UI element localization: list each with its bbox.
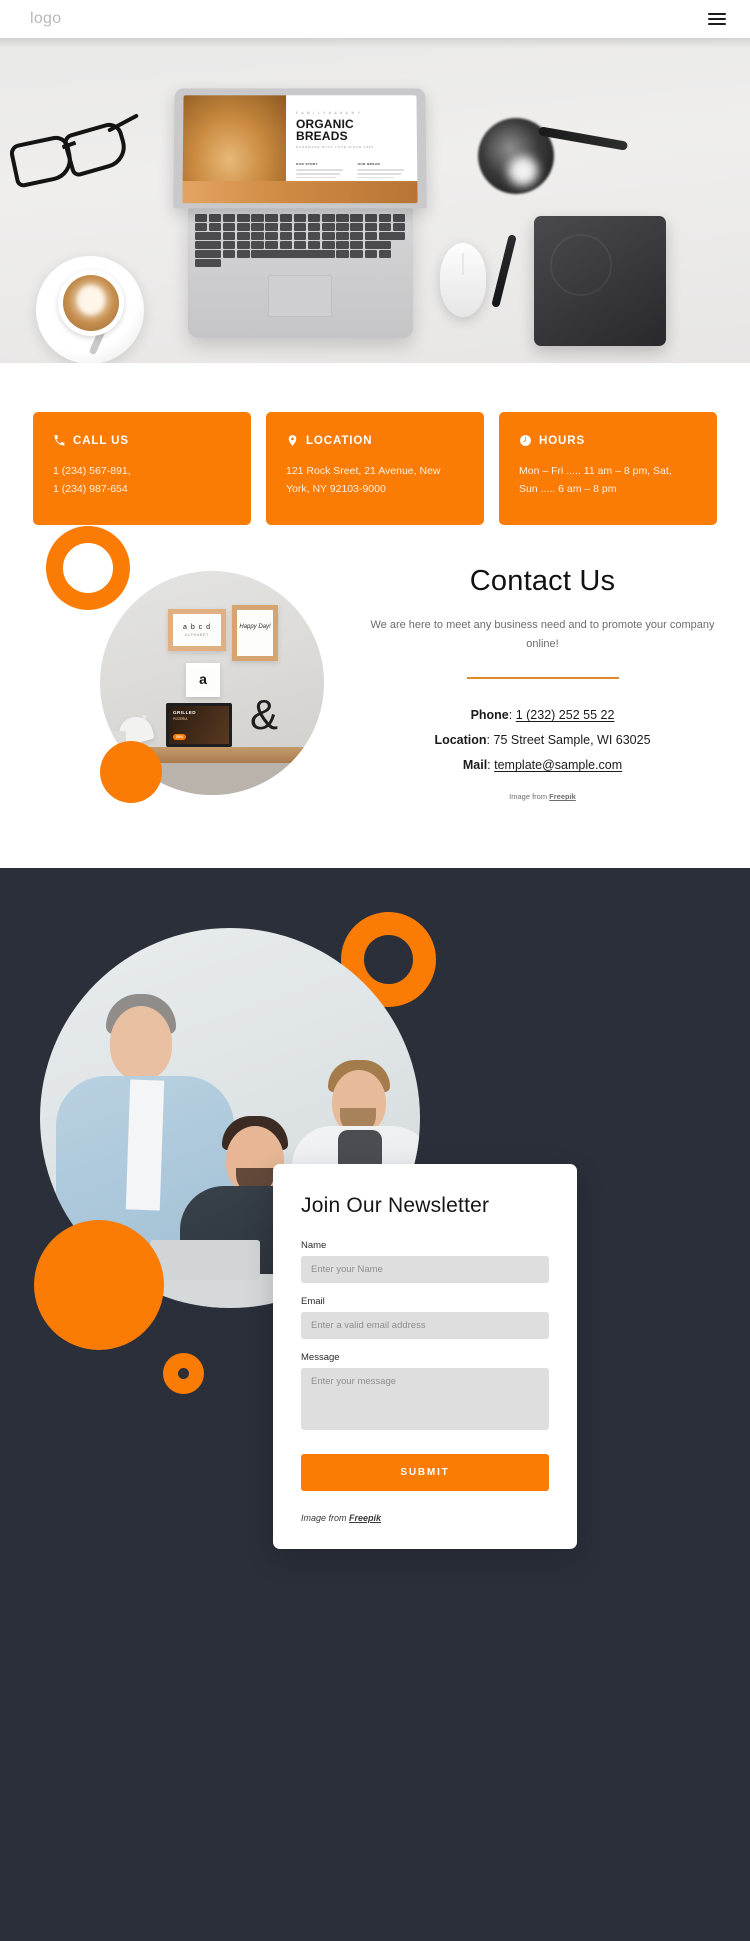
info-card-title: LOCATION [306, 434, 373, 447]
mail-label: Mail [462, 758, 488, 773]
info-card-line: York, NY 92103-9000 [286, 483, 386, 496]
submit-button[interactable]: SUBMIT [301, 1454, 549, 1491]
clock-icon [519, 434, 532, 447]
mail-value[interactable]: template@sample.com [494, 758, 622, 772]
info-card-hours[interactable]: HOURS Mon – Fri ..... 11 am – 8 pm, Sat,… [499, 412, 717, 525]
image-credit: Image from Freepik [301, 1513, 549, 1523]
map-pin-icon [286, 434, 299, 447]
section-divider [466, 677, 619, 680]
image-credit-prefix: Image from [301, 1513, 347, 1523]
email-input[interactable] [301, 1312, 549, 1339]
stylus-decor [491, 234, 517, 308]
info-card-line: Mon – Fri ..... 11 am – 8 pm, Sat, [519, 465, 672, 477]
image-credit: Image from Freepik [370, 792, 715, 801]
message-label: Message [301, 1352, 340, 1363]
info-card-title: HOURS [539, 434, 586, 447]
hamburger-bar [708, 18, 726, 20]
frame-subtext: ALPHABET [184, 633, 210, 637]
location-label: Location [434, 733, 487, 748]
freepik-link[interactable]: Freepik [349, 1513, 381, 1523]
laptop-decor [150, 1240, 260, 1280]
screen-bottom-strip [182, 181, 418, 204]
name-field-group: Name [301, 1240, 549, 1283]
page-title: Contact Us [469, 565, 616, 597]
info-card-line: 121 Rock Sreet, 21 Avenue, New [286, 465, 441, 477]
info-card-call-us[interactable]: CALL US 1 (234) 567-891, 1 (234) 987-654 [33, 412, 251, 525]
screen-title: ORGANIC BREADS [295, 117, 354, 144]
info-card-title: CALL US [73, 434, 129, 447]
hamburger-bar [708, 23, 726, 25]
name-input[interactable] [301, 1256, 549, 1283]
trackpad [268, 274, 332, 317]
frame-text: a [199, 671, 207, 687]
site-header: logo [0, 0, 750, 38]
mini-laptop-badge2: PIZZERIA [173, 717, 188, 721]
newsletter-form: Join Our Newsletter Name Email Message S… [273, 1164, 577, 1549]
eyeglasses-decor [8, 113, 139, 198]
location-value: 75 Street Sample, WI 63025 [493, 733, 651, 748]
mini-laptop-badge: GRILLED [173, 710, 196, 715]
hamburger-icon[interactable] [708, 13, 726, 25]
phone-label: Phone [470, 708, 509, 723]
phone-icon [53, 434, 66, 447]
coffee-cup-decor [36, 256, 144, 363]
graphics-tablet-decor [534, 216, 666, 346]
name-label: Name [301, 1240, 327, 1251]
info-card-location[interactable]: LOCATION 121 Rock Sreet, 21 Avenue, New … [266, 412, 484, 525]
info-card-line: Sun ..... 6 am – 8 pm [519, 483, 617, 496]
image-credit-prefix: Image from [509, 792, 548, 802]
person-head [110, 1006, 172, 1080]
orange-dot-decor [100, 741, 162, 803]
contact-info-block: Contact Us We are here to meet any busin… [370, 565, 715, 801]
laptop-decor: F A M I L Y B A K E R Y ORGANIC BREADS H… [173, 88, 427, 338]
hero-top-shadow [0, 38, 750, 48]
contact-subtitle: We are here to meet any business need an… [370, 619, 715, 650]
mouse-decor [440, 243, 486, 317]
info-card-row: CALL US 1 (234) 567-891, 1 (234) 987-654… [0, 412, 750, 525]
info-card-line: 1 (234) 567-891, [53, 465, 131, 477]
screen-col2-heading: OUR BREAD [357, 162, 381, 167]
logo[interactable]: logo [30, 10, 61, 28]
contact-mail-row: Mail: template@sample.com [462, 758, 623, 773]
mini-laptop-decor: GRILLED PIZZERIA 20% [166, 703, 232, 747]
info-card-line: 1 (234) 987-654 [53, 483, 128, 496]
picture-frame: a b c d ALPHABET [168, 609, 226, 651]
laptop-base [187, 208, 413, 338]
contact-phone-row: Phone: 1 (232) 252 55 22 [470, 708, 615, 723]
hamburger-bar [708, 13, 726, 15]
email-field-group: Email [301, 1296, 549, 1339]
orange-dot-decor [34, 1220, 164, 1350]
frame-text: a b c d [182, 624, 211, 631]
screen-eyebrow: F A M I L Y B A K E R Y [295, 111, 362, 116]
picture-frame: Happy Day! [232, 605, 278, 661]
lamp-glow [508, 156, 538, 186]
message-field-group: Message [301, 1352, 549, 1435]
mini-laptop-pill: 20% [173, 734, 187, 740]
keyboard [194, 214, 406, 267]
screen-col1-heading: OUR STORY [295, 162, 319, 167]
freepik-link[interactable]: Freepik [549, 792, 576, 801]
frame-text: Happy Day! [239, 624, 271, 630]
newsletter-title: Join Our Newsletter [301, 1194, 490, 1217]
contact-location-row: Location: 75 Street Sample, WI 63025 [434, 733, 651, 748]
email-label: Email [301, 1296, 325, 1307]
screen-subtitle: HANDMADE WITH LOVE SINCE 1984 [295, 145, 375, 150]
newsletter-section: Join Our Newsletter Name Email Message S… [0, 868, 750, 1941]
hero-banner: F A M I L Y B A K E R Y ORGANIC BREADS H… [0, 38, 750, 363]
message-textarea[interactable] [301, 1368, 549, 1430]
orange-ring-decor [163, 1353, 204, 1394]
phone-value[interactable]: 1 (232) 252 55 22 [516, 708, 615, 722]
desk-letter-decor: & [250, 691, 278, 738]
picture-frame: a [186, 663, 220, 697]
